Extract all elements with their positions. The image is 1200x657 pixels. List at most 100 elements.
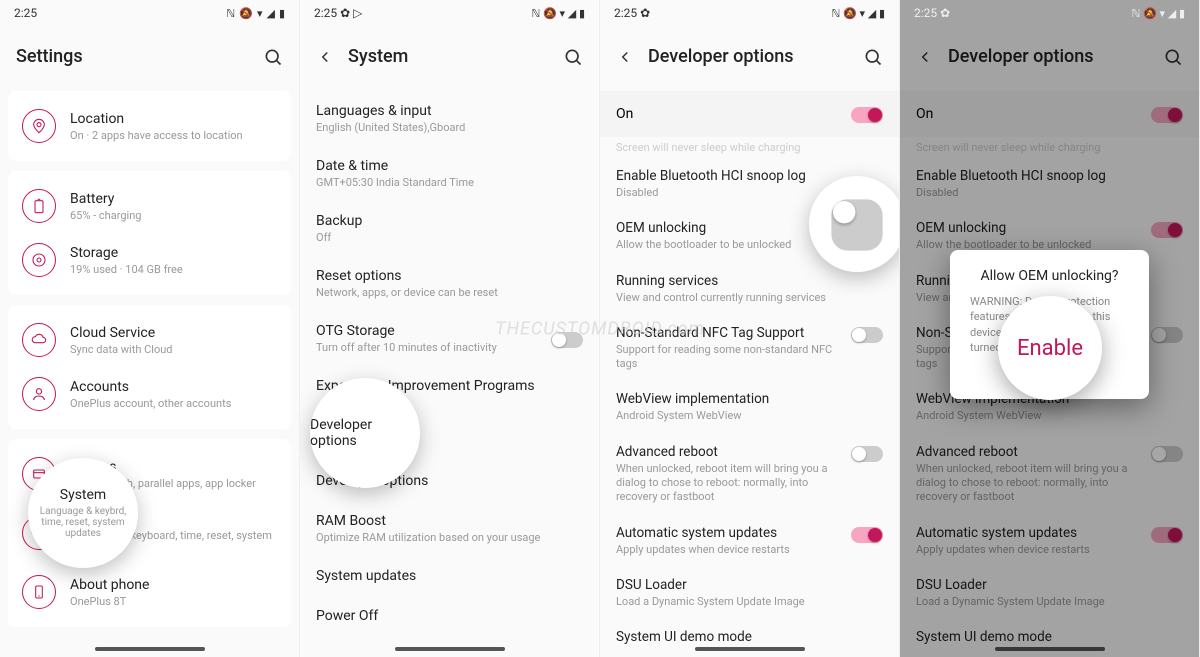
settings-item-location[interactable]: LocationOn · 2 apps have access to locat…: [8, 99, 291, 153]
item-subtitle: When unlocked, reboot item will bring yo…: [616, 462, 841, 505]
toggle[interactable]: [851, 327, 883, 343]
system-item-power-off[interactable]: Power Off: [316, 596, 583, 636]
status-bar: 2:25 ℕ 🔕 ▾ ◢ ▮: [0, 0, 299, 26]
item-title: Cloud Service: [70, 325, 277, 341]
settings-item-cloud-service[interactable]: Cloud Service Sync data with Cloud: [8, 313, 291, 367]
system-item-system-updates[interactable]: System updates: [316, 556, 583, 596]
item-title: Running services: [616, 273, 883, 289]
battery-icon: [22, 189, 56, 223]
item-title: Storage: [70, 245, 277, 261]
toggle[interactable]: [851, 527, 883, 543]
back-icon[interactable]: [616, 48, 634, 66]
settings-item-battery[interactable]: Battery65% - charging: [8, 179, 291, 233]
settings-item-about-phone[interactable]: About phone OnePlus 8T: [8, 565, 291, 619]
back-icon[interactable]: [316, 48, 334, 66]
item-subtitle: Network, apps, or device can be reset: [316, 286, 583, 299]
search-icon[interactable]: [863, 47, 883, 67]
system-item-otg-storage[interactable]: OTG StorageTurn off after 10 minutes of …: [316, 311, 583, 366]
truncated-prev: Screen will never sleep while charging: [600, 137, 899, 158]
highlight-developer-options: Developer options: [310, 378, 420, 488]
dev-item-dsu-loader[interactable]: DSU LoaderLoad a Dynamic System Update I…: [600, 567, 899, 619]
item-title: Battery: [70, 191, 277, 207]
dev-item-advanced-reboot[interactable]: Advanced reboot When unlocked, reboot ite…: [600, 434, 899, 515]
screen-oem-dialog: 2:25 ✿ ℕ 🔕 ▾ ◢ ▮ Developer options On Sc…: [900, 0, 1200, 657]
system-item-backup[interactable]: Backup Off: [316, 201, 583, 256]
search-icon[interactable]: [263, 47, 283, 67]
item-title: WebView implementation: [616, 391, 883, 407]
item-subtitle: GMT+05:30 India Standard Time: [316, 176, 583, 189]
dialog-title: Allow OEM unlocking?: [970, 268, 1129, 284]
item-title: System updates: [316, 568, 583, 584]
item-title: Location: [70, 111, 277, 127]
system-item-ram-boost[interactable]: RAM Boost Optimize RAM utilization based …: [316, 501, 583, 556]
signal-icon: ◢: [266, 7, 274, 20]
item-title: Date & time: [316, 158, 583, 174]
item-title: RAM Boost: [316, 513, 583, 529]
item-subtitle: English (United States),Gboard: [316, 121, 583, 134]
nfc-icon: ℕ: [226, 7, 235, 20]
search-icon[interactable]: [563, 47, 583, 67]
system-item-date-time[interactable]: Date & time GMT+05:30 India Standard Time: [316, 146, 583, 201]
item-title: Backup: [316, 213, 583, 229]
dev-item-webview-implementation[interactable]: WebView implementation Android System Web…: [600, 381, 899, 433]
header: System: [300, 26, 599, 91]
status-bar: 2:25 ✿ ℕ 🔕 ▾ ◢ ▮: [600, 0, 899, 26]
item-subtitle: Optimize RAM utilization based on your u…: [316, 531, 583, 544]
item-subtitle: Android System WebView: [616, 409, 883, 423]
item-title: Languages & input: [316, 103, 583, 119]
item-title: System UI demo mode: [616, 629, 883, 645]
item-subtitle: Allow the bootloader to be unlocked: [616, 238, 841, 252]
page-title: Settings: [16, 46, 83, 67]
status-bar: 2:25 ✿ ℕ 🔕 ▾ ◢ ▮: [900, 0, 1199, 26]
item-title: Automatic system updates: [616, 525, 841, 541]
settings-group: Battery65% - charging Storage 19% used · 1…: [8, 171, 291, 295]
dev-item-automatic-system-updates[interactable]: Automatic system updates Apply updates wh…: [600, 515, 899, 567]
status-time: 2:25: [14, 6, 37, 20]
item-title: OEM unlocking: [616, 220, 841, 236]
header: Developer options: [600, 26, 899, 91]
item-title: Reset options: [316, 268, 583, 284]
item-title: About phone: [70, 577, 277, 593]
nav-bar[interactable]: [395, 647, 505, 651]
oem-toggle-zoom: [831, 199, 882, 250]
item-subtitle: Apply updates when device restarts: [616, 543, 841, 557]
item-subtitle: Sync data with Cloud: [70, 343, 277, 356]
status-icons: ℕ 🔕 ▾ ◢ ▮: [226, 7, 285, 20]
screen-developer-options: 2:25 ✿ ℕ 🔕 ▾ ◢ ▮ Developer options On Sc…: [600, 0, 900, 657]
page-title: System: [348, 46, 408, 67]
item-subtitle: OnePlus 8T: [70, 595, 277, 608]
settings-item-storage[interactable]: Storage 19% used · 104 GB free: [8, 233, 291, 287]
screen-settings: 2:25 ℕ 🔕 ▾ ◢ ▮ Settings LocationOn · 2 a…: [0, 0, 300, 657]
user-icon: [22, 377, 56, 411]
highlight-oem-toggle: [809, 176, 900, 272]
nav-bar[interactable]: [695, 647, 805, 651]
dev-item-non-standard-nfc-tag-support[interactable]: Non-Standard NFC Tag Support Support for …: [600, 315, 899, 382]
mute-icon: 🔕: [239, 7, 253, 20]
item-subtitle: Load a Dynamic System Update Image: [616, 595, 883, 609]
item-subtitle: Support for reading some non-standard NF…: [616, 343, 841, 372]
toggle[interactable]: [851, 446, 883, 462]
system-item-languages-input[interactable]: Languages & input English (United States)…: [316, 91, 583, 146]
item-subtitle: View and control currently running servi…: [616, 291, 883, 305]
item-subtitle: Off: [316, 231, 583, 244]
phone-icon: [22, 575, 56, 609]
item-title: Advanced reboot: [616, 444, 841, 460]
cloud-icon: [22, 323, 56, 357]
battery-icon: ▮: [279, 7, 285, 20]
master-toggle[interactable]: [851, 107, 883, 123]
toggle[interactable]: [551, 332, 583, 348]
page-title: Developer options: [648, 46, 794, 67]
master-toggle-row[interactable]: On: [600, 91, 899, 137]
item-subtitle: 19% used · 104 GB free: [70, 263, 277, 276]
highlight-enable: Enable: [998, 296, 1102, 400]
item-title: Non-Standard NFC Tag Support: [616, 325, 841, 341]
header: Settings: [0, 26, 299, 91]
storage-icon: [22, 243, 56, 277]
settings-item-accounts[interactable]: AccountsOnePlus account, other accounts: [8, 367, 291, 421]
item-title: Accounts: [70, 379, 277, 395]
system-item-reset-options[interactable]: Reset options Network, apps, or device ca…: [316, 256, 583, 311]
on-label: On: [616, 106, 633, 122]
pin-icon: [22, 109, 56, 143]
nav-bar[interactable]: [95, 647, 205, 651]
dialog-enable[interactable]: Enable: [1017, 336, 1083, 361]
